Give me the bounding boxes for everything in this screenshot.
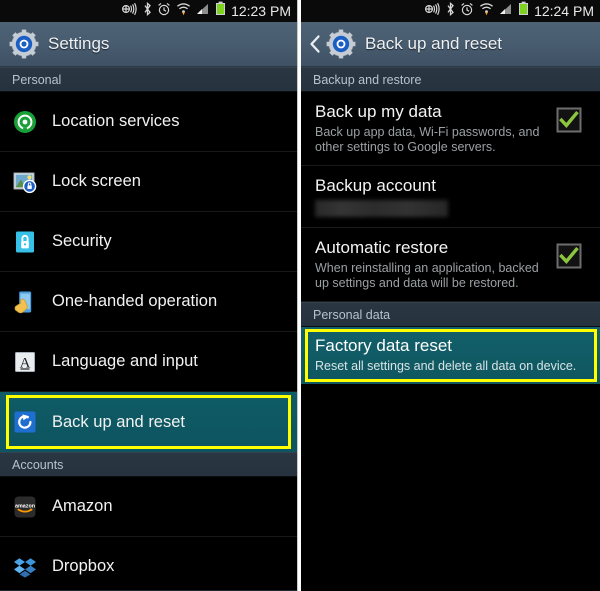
list-item-factory-data-reset[interactable]: Factory data reset Reset all settings an… bbox=[301, 327, 600, 384]
sidebar-item-label: Location services bbox=[52, 112, 180, 130]
checkbox-back-up-my-data[interactable] bbox=[556, 107, 582, 133]
right-page-title: Back up and reset bbox=[365, 34, 503, 53]
sidebar-item-label: Language and input bbox=[52, 352, 198, 370]
list-item-text: Automatic restore When reinstalling an a… bbox=[315, 237, 556, 291]
sidebar-item-amazon[interactable]: amazon Amazon bbox=[0, 477, 297, 537]
left-status-time: 12:23 PM bbox=[231, 3, 291, 19]
right-settings-list: Backup and restore Back up my data Back … bbox=[301, 67, 600, 591]
left-status-bar: 12:23 PM bbox=[0, 0, 297, 22]
sidebar-item-one-handed-operation[interactable]: One-handed operation bbox=[0, 272, 297, 332]
svg-text:amazon: amazon bbox=[15, 503, 35, 509]
nfc-icon bbox=[424, 2, 441, 21]
section-header-personal-data: Personal data bbox=[301, 302, 600, 327]
battery-icon bbox=[215, 1, 226, 21]
section-header-personal: Personal bbox=[0, 67, 297, 92]
signal-icon bbox=[499, 2, 513, 21]
nfc-icon bbox=[121, 2, 138, 21]
wifi-icon bbox=[176, 2, 191, 21]
list-item-summary: Reset all settings and delete all data o… bbox=[315, 359, 577, 373]
bluetooth-icon bbox=[446, 1, 455, 21]
checkbox-automatic-restore[interactable] bbox=[556, 243, 582, 269]
sidebar-item-security[interactable]: Security bbox=[0, 212, 297, 272]
right-status-icons bbox=[424, 1, 529, 21]
security-lock-icon bbox=[12, 229, 38, 255]
list-item-summary: Back up app data, Wi-Fi passwords, and o… bbox=[315, 125, 540, 154]
list-item-title: Backup account bbox=[315, 176, 436, 195]
list-item-backup-account[interactable]: Backup account bbox=[301, 166, 600, 228]
list-item-title: Back up my data bbox=[315, 102, 442, 121]
wifi-icon bbox=[479, 2, 494, 21]
language-input-icon: A bbox=[12, 349, 38, 375]
dual-screenshot-container: 12:23 PM Settings Personal Location serv… bbox=[0, 0, 600, 591]
location-services-icon bbox=[12, 109, 38, 135]
list-item-text: Factory data reset Reset all settings an… bbox=[315, 335, 600, 374]
list-item-back-up-my-data[interactable]: Back up my data Back up app data, Wi-Fi … bbox=[301, 92, 600, 166]
list-item-text: Backup account bbox=[315, 175, 600, 217]
amazon-icon: amazon bbox=[12, 494, 38, 520]
lock-screen-icon bbox=[12, 169, 38, 195]
sidebar-item-dropbox[interactable]: Dropbox bbox=[0, 537, 297, 591]
left-page-title: Settings bbox=[48, 34, 110, 53]
back-arrow-icon[interactable] bbox=[307, 32, 323, 56]
dropbox-icon bbox=[12, 554, 38, 580]
left-settings-list: Personal Location services Lock screen S… bbox=[0, 67, 297, 591]
right-status-bar: 12:24 PM bbox=[301, 0, 600, 22]
alarm-icon bbox=[157, 2, 171, 21]
sidebar-item-location-services[interactable]: Location services bbox=[0, 92, 297, 152]
right-phone-screen: 12:24 PM Back up and reset Backup and re… bbox=[301, 0, 600, 591]
list-item-title: Automatic restore bbox=[315, 238, 449, 257]
list-item-summary: When reinstalling an application, backed… bbox=[315, 261, 539, 290]
list-item-title: Factory data reset bbox=[315, 336, 453, 355]
list-item-text: Back up my data Back up app data, Wi-Fi … bbox=[315, 101, 556, 155]
signal-icon bbox=[196, 2, 210, 21]
settings-gear-icon bbox=[326, 29, 356, 59]
left-action-bar: Settings bbox=[0, 22, 297, 67]
battery-icon bbox=[518, 1, 529, 21]
backup-reset-icon bbox=[12, 409, 38, 435]
settings-gear-icon bbox=[9, 29, 39, 59]
list-item-automatic-restore[interactable]: Automatic restore When reinstalling an a… bbox=[301, 228, 600, 302]
sidebar-item-lock-screen[interactable]: Lock screen bbox=[0, 152, 297, 212]
sidebar-item-label: Back up and reset bbox=[52, 412, 185, 431]
bluetooth-icon bbox=[143, 1, 152, 21]
sidebar-item-language-and-input[interactable]: A Language and input bbox=[0, 332, 297, 392]
sidebar-item-back-up-and-reset[interactable]: Back up and reset bbox=[0, 392, 297, 452]
sidebar-item-label: Security bbox=[52, 232, 112, 250]
section-header-backup-and-restore: Backup and restore bbox=[301, 67, 600, 92]
section-header-accounts: Accounts bbox=[0, 452, 297, 477]
sidebar-item-label: Lock screen bbox=[52, 172, 141, 190]
sidebar-item-label: Dropbox bbox=[52, 557, 115, 575]
right-status-time: 12:24 PM bbox=[534, 3, 594, 19]
sidebar-item-label: Amazon bbox=[52, 497, 113, 515]
left-phone-screen: 12:23 PM Settings Personal Location serv… bbox=[0, 0, 298, 591]
right-action-bar: Back up and reset bbox=[301, 22, 600, 67]
left-status-icons bbox=[121, 1, 226, 21]
sidebar-item-label: One-handed operation bbox=[52, 292, 218, 310]
redacted-account-value bbox=[315, 200, 448, 217]
alarm-icon bbox=[460, 2, 474, 21]
one-handed-operation-icon bbox=[12, 289, 38, 315]
